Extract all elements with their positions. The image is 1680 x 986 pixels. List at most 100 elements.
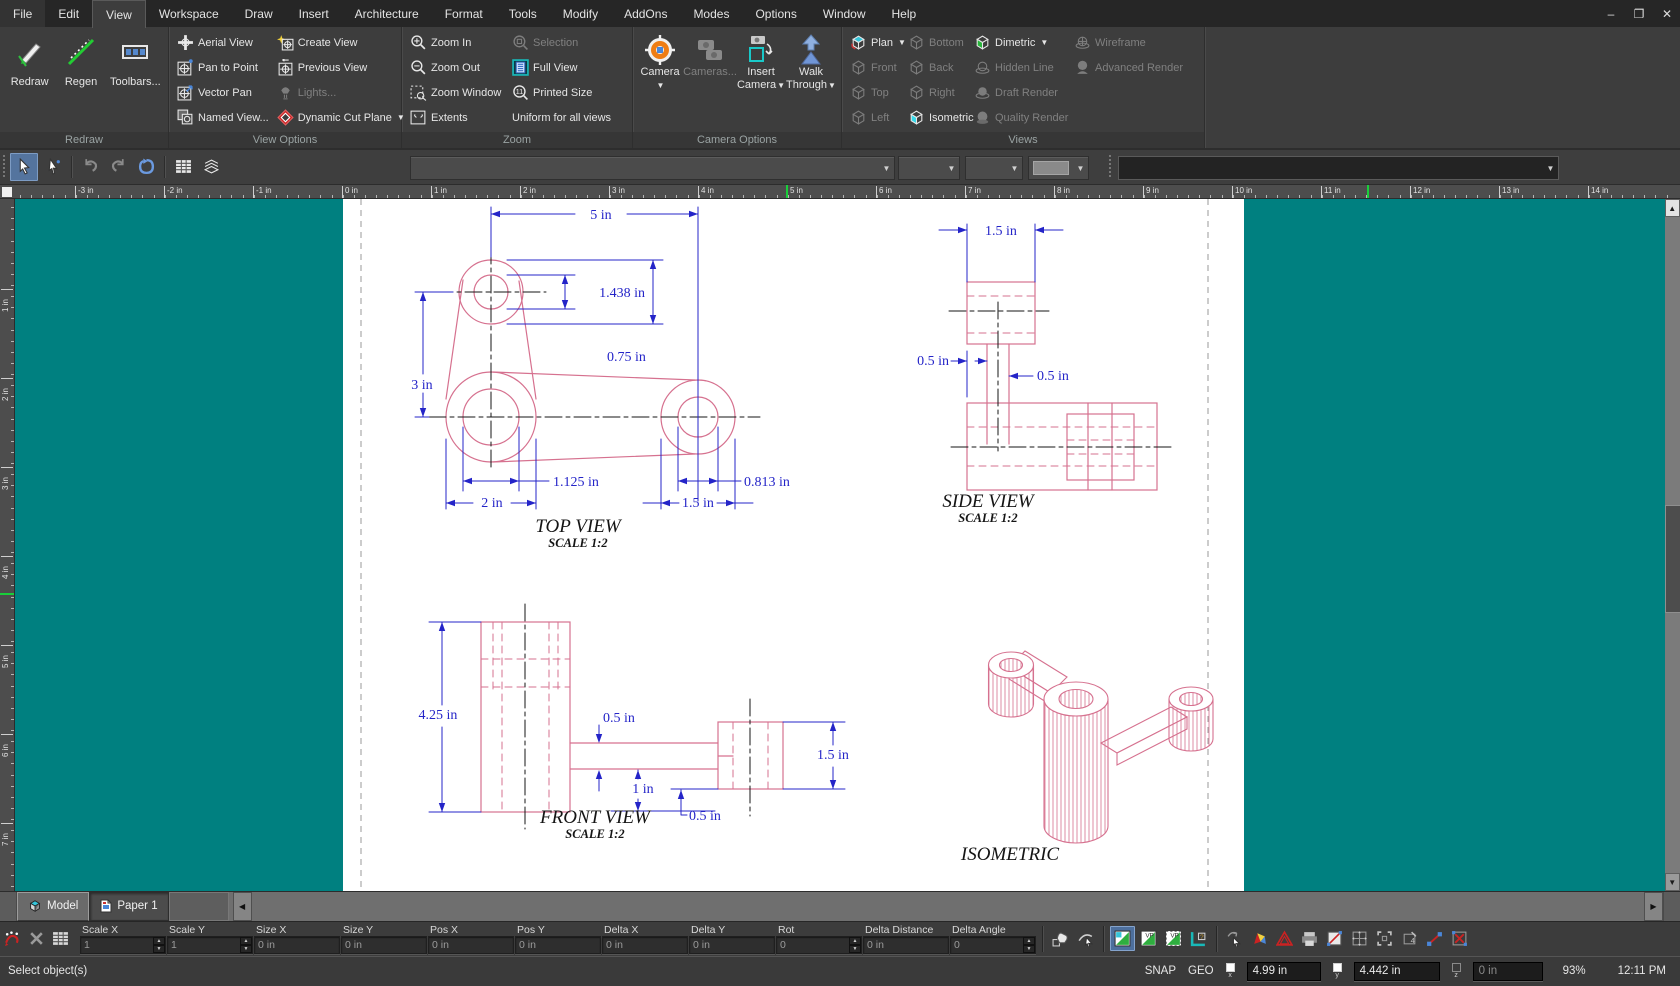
plot-button[interactable] [1298,927,1321,950]
menu-insert[interactable]: Insert [286,0,342,27]
vertical-scrollbar[interactable]: ▲ ▼ [1665,199,1680,891]
extent-corners-button[interactable] [1373,927,1396,950]
regen-button[interactable]: Regen [55,30,106,132]
redo-button[interactable] [105,154,131,180]
menu-help[interactable]: Help [879,0,930,27]
style-combobox[interactable]: ▼ [410,156,895,180]
tab-paper-1[interactable]: Paper 1 [89,892,168,920]
pan-hand-button[interactable] [1049,927,1072,950]
ucs-fan-button[interactable] [1248,927,1271,950]
close-icon[interactable]: ✕ [1660,7,1674,21]
aerial-view-button[interactable]: Aerial View [173,30,273,55]
spinner[interactable]: ▲▼ [240,937,252,953]
size-y-input[interactable]: 0 in [341,936,427,954]
geo-toggle[interactable]: GEO [1188,965,1214,977]
dimetric-view-button[interactable]: Dimetric▼ [970,30,1070,55]
printed-size-button[interactable]: 11 Printed Size [508,80,615,105]
create-view-button[interactable]: Create View [273,30,409,55]
minimize-icon[interactable]: – [1604,7,1618,21]
delete-constraint-button[interactable] [1448,927,1471,950]
delta-y-input[interactable]: 0 in [689,936,775,954]
pos-y-input[interactable]: 0 in [515,936,601,954]
rot-input[interactable]: 0▲▼ [776,936,862,954]
menu-window[interactable]: Window [810,0,879,27]
size-x-input[interactable]: 0 in [254,936,340,954]
scale-x-input[interactable]: 1▲▼ [80,936,166,954]
camera-button[interactable]: Camera ▼ [637,30,683,132]
cancel-button[interactable] [26,928,46,950]
vertical-scroll-thumb[interactable] [1665,505,1680,613]
toolbar-grip[interactable] [1108,155,1113,179]
delta-x-input[interactable]: 0 in [602,936,688,954]
dynamic-cut-plane-button[interactable]: Dynamic Cut Plane▼ [273,105,409,130]
menu-view[interactable]: View [92,0,146,28]
drawing-canvas[interactable]: 5 in 1.438 in 0.75 in 3 in 1.125 in 2 in… [15,199,1665,891]
linewidth-combobox[interactable]: ▼ [1028,156,1089,180]
menu-modes[interactable]: Modes [680,0,742,27]
previous-view-button[interactable]: Previous View [273,55,409,80]
menu-tools[interactable]: Tools [496,0,550,27]
viewport-vp-button[interactable]: VP [1137,927,1160,950]
full-view-button[interactable]: Full View [508,55,615,80]
linestyle-combobox[interactable]: ▼ [965,156,1023,180]
insert-camera-button[interactable]: Insert Camera▼ [737,30,785,132]
grid-pan-button[interactable] [1348,927,1371,950]
viewport-fit-button[interactable] [1110,926,1135,951]
rotate-select-button[interactable] [1223,927,1246,950]
spinner[interactable]: ▲▼ [153,937,165,953]
delta-angle-button[interactable] [1273,927,1296,950]
y-coordinate-field[interactable]: 4.442 in [1354,962,1440,981]
x-coordinate-field[interactable]: 4.99 in [1247,962,1321,981]
delta-angle-input[interactable]: 0▲▼ [950,936,1036,954]
node-select-tool-button[interactable] [40,154,66,180]
edge-nodes-button[interactable] [1423,927,1446,950]
scroll-down-icon[interactable]: ▼ [1665,873,1680,891]
menu-options[interactable]: Options [742,0,809,27]
menu-addons[interactable]: AddOns [611,0,680,27]
toolbar-grip[interactable] [2,155,7,179]
layer-combobox[interactable]: ▼ [898,156,960,180]
paper-space-view[interactable]: 5 in 1.438 in 0.75 in 3 in 1.125 in 2 in… [15,199,1665,891]
menu-modify[interactable]: Modify [550,0,611,27]
toolbars-button[interactable]: Toolbars... [107,30,164,132]
zoom-window-button[interactable]: Zoom Window [406,80,508,105]
menu-architecture[interactable]: Architecture [342,0,432,27]
z-coordinate-field[interactable]: 0 in [1473,962,1543,981]
menu-file[interactable]: File [0,0,45,27]
plan-view-button[interactable]: Plan▼ [846,30,904,55]
uniform-all-views-button[interactable]: Uniform for all views [508,105,615,130]
pos-x-input[interactable]: 0 in [428,936,514,954]
viewport-query-button[interactable]: ? [1187,927,1210,950]
select-tool-button[interactable] [10,153,38,181]
spinner[interactable]: ▲▼ [1023,937,1035,953]
delta-distance-input[interactable]: 0 in [863,936,949,954]
walk-through-button[interactable]: Walk Through▼ [785,30,837,132]
selection-info-button[interactable] [170,154,196,180]
pan-to-point-button[interactable]: Pan to Point [173,55,273,80]
named-view-button[interactable]: Named View... [173,105,273,130]
viewport-dashed-button[interactable]: VP [1162,927,1185,950]
tab-model[interactable]: Model [17,892,89,920]
page-layers-button[interactable] [198,154,224,180]
menu-workspace[interactable]: Workspace [146,0,232,27]
undo-button[interactable] [77,154,103,180]
vector-pan-button[interactable]: Vector Pan [173,80,273,105]
scale-y-input[interactable]: 1▲▼ [167,936,253,954]
tab-scroll-left-icon[interactable]: ◀ [233,892,252,920]
restore-icon[interactable]: ❐ [1632,7,1646,21]
menu-format[interactable]: Format [432,0,496,27]
isometric-view-button[interactable]: Isometric▼ [904,105,970,130]
select-arc-button[interactable] [1074,927,1097,950]
edit-box-diagonal-button[interactable] [1323,927,1346,950]
menu-draw[interactable]: Draw [232,0,286,27]
snap-toggle[interactable]: SNAP [1145,965,1176,977]
horizontal-scroll-track[interactable] [252,892,1640,920]
scroll-up-icon[interactable]: ▲ [1665,199,1680,217]
spinner[interactable]: ▲▼ [849,937,861,953]
property-combobox[interactable]: ▼ [1118,156,1559,180]
extents-button[interactable]: Extents [406,105,508,130]
modify-handles-button[interactable]: 4 [1398,927,1421,950]
selection-loop-button[interactable] [133,154,159,180]
zoom-in-button[interactable]: Zoom In [406,30,508,55]
format-painter-button[interactable] [2,928,22,950]
